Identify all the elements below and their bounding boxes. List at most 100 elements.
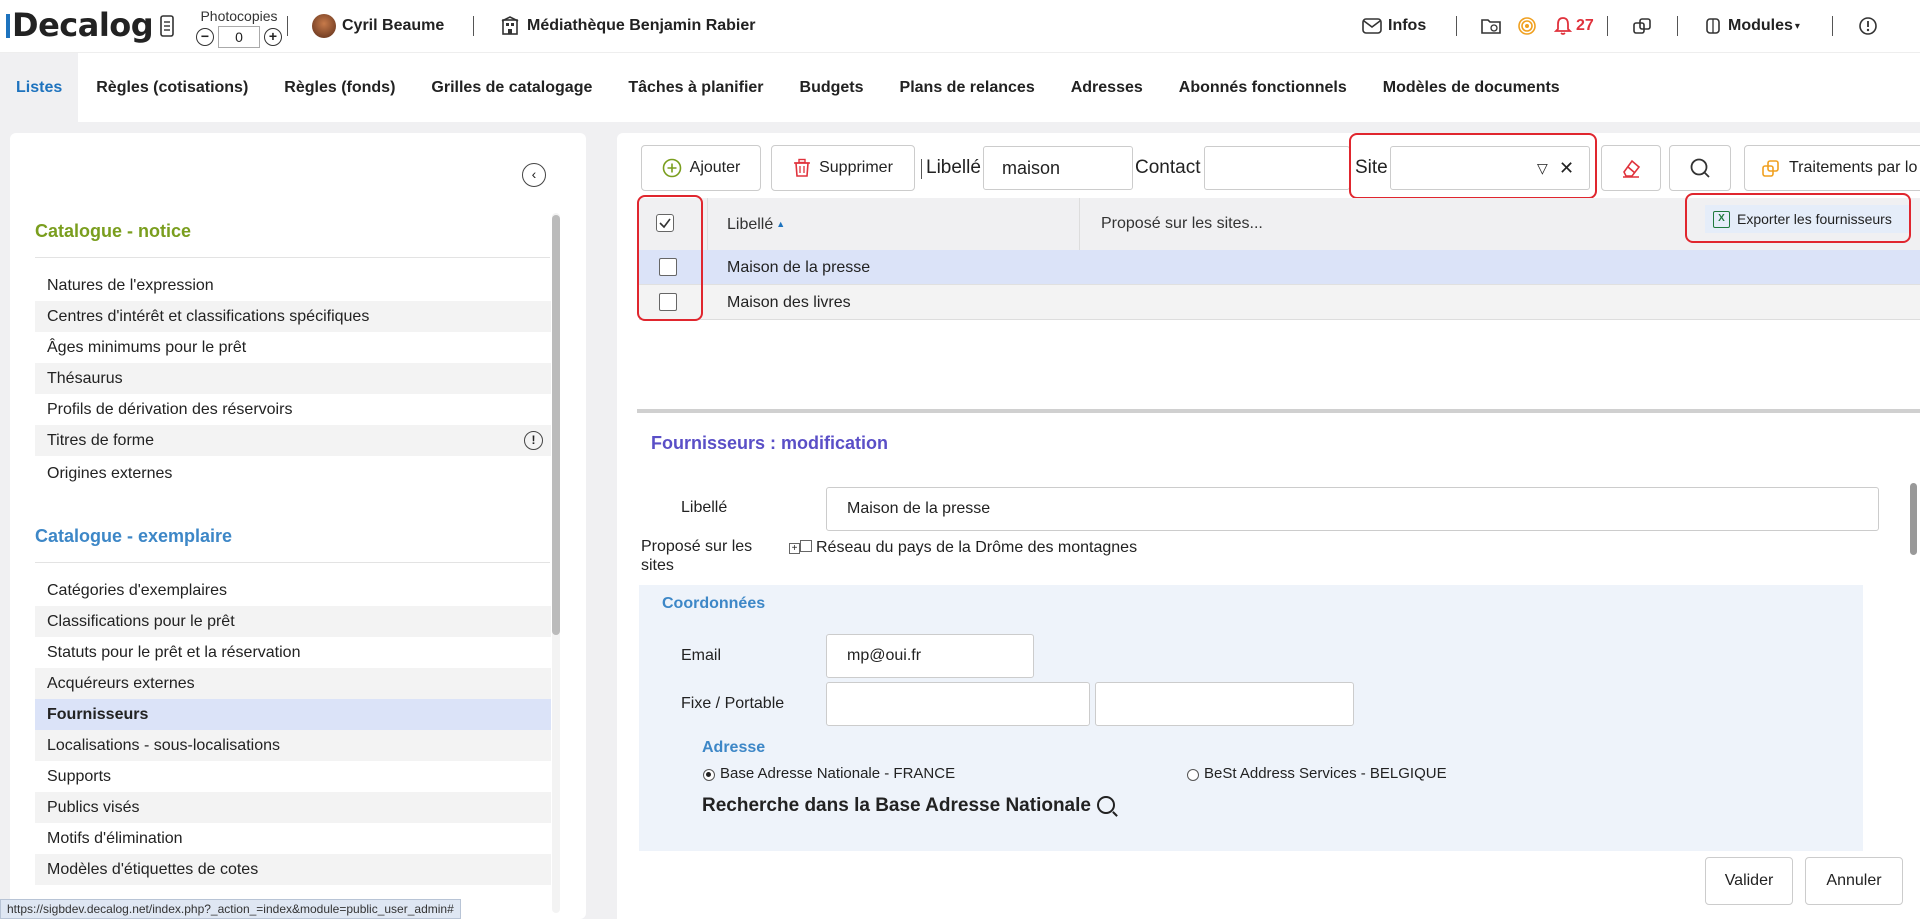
form-libelle-input[interactable]: Maison de la presse	[826, 487, 1879, 531]
highlight-site-filter	[1349, 133, 1597, 199]
email-label: Email	[681, 647, 722, 664]
fixe-input[interactable]	[826, 682, 1090, 726]
form-scroll-thumb[interactable]	[1910, 483, 1917, 555]
windows-icon[interactable]	[1632, 0, 1652, 52]
coordinates-section: Coordonnées Email mp@oui.fr Fixe / Porta…	[639, 585, 1863, 851]
notifications-button[interactable]: 27	[1554, 0, 1594, 52]
sidebar-item[interactable]: Thésaurus	[35, 363, 551, 394]
radio-best-belgique[interactable]	[1187, 769, 1199, 781]
row-libelle: Maison des livres	[727, 294, 851, 311]
sidebar-scroll-thumb[interactable]	[552, 215, 560, 635]
sidebar-item[interactable]: Acquéreurs externes	[35, 668, 551, 699]
delete-label: Supprimer	[819, 159, 893, 176]
bell-icon	[1554, 17, 1572, 35]
validate-button[interactable]: Valider	[1705, 857, 1793, 905]
radio-best-label: BeSt Address Services - BELGIQUE	[1204, 765, 1447, 782]
info-icon[interactable]: !	[524, 431, 543, 450]
modules-menu[interactable]: Modules ▾	[1704, 0, 1800, 52]
sidebar-item[interactable]: Profils de dérivation des réservoirs	[35, 394, 551, 425]
sites-tree: + Réseau du pays de la Drôme des montagne…	[789, 539, 1137, 557]
panel-divider[interactable]	[637, 409, 1920, 413]
building-icon	[501, 16, 519, 35]
tab-plans-relances[interactable]: Plans de relances	[882, 53, 1053, 123]
section-title-catalogue-notice: Catalogue - notice	[35, 221, 192, 241]
photocopies-input[interactable]: 0	[218, 26, 260, 48]
sidebar-item-titres-forme[interactable]: Titres de forme !	[35, 425, 551, 456]
tab-abonnes-fonctionnels[interactable]: Abonnés fonctionnels	[1161, 53, 1365, 123]
email-input[interactable]: mp@oui.fr	[826, 634, 1034, 678]
library-selector[interactable]: Médiathèque Benjamin Rabier	[500, 0, 756, 52]
main-tabs: Listes Règles (cotisations) Règles (fond…	[0, 52, 1920, 123]
sidebar-item[interactable]: Localisations - sous-localisations	[35, 730, 551, 761]
sidebar-item[interactable]: Publics visés	[35, 792, 551, 823]
section-list-catalogue-notice: Natures de l'expression Centres d'intérê…	[35, 270, 551, 492]
tab-grilles-catalogage[interactable]: Grilles de catalogage	[413, 53, 610, 123]
tab-modeles-documents[interactable]: Modèles de documents	[1365, 53, 1578, 123]
decrement-button[interactable]: −	[196, 28, 214, 46]
tab-regles-cotisations[interactable]: Règles (cotisations)	[78, 53, 266, 123]
libelle-filter-input[interactable]: maison	[983, 146, 1133, 190]
sidebar-item[interactable]: Natures de l'expression	[35, 270, 551, 301]
user-name: Cyril Beaume	[342, 17, 445, 34]
suppliers-panel: Ajouter Supprimer Libellé maison Contact…	[617, 133, 1920, 919]
search-icon[interactable]	[1096, 796, 1115, 814]
trash-icon	[794, 158, 811, 177]
row-libelle: Maison de la presse	[727, 259, 871, 276]
section-title-catalogue-exemplaire: Catalogue - exemplaire	[35, 526, 233, 546]
printer-icon[interactable]	[158, 0, 176, 52]
delete-button[interactable]: Supprimer	[771, 145, 915, 191]
increment-button[interactable]: +	[264, 28, 282, 46]
tab-adresses[interactable]: Adresses	[1053, 53, 1161, 123]
coordinates-title: Coordonnées	[662, 595, 766, 612]
highlight-checkbox-column	[637, 195, 703, 321]
tab-taches-planifier[interactable]: Tâches à planifier	[610, 53, 781, 123]
eraser-icon	[1623, 159, 1641, 178]
sidebar-item[interactable]: Statuts pour le prêt et la réservation	[35, 637, 551, 668]
tab-listes[interactable]: Listes	[0, 53, 79, 123]
cube-icon	[1706, 18, 1720, 34]
column-header-sites[interactable]: Proposé sur les sites...	[1101, 198, 1263, 250]
treatments-button[interactable]: Traitements par lo	[1744, 145, 1920, 191]
tab-budgets[interactable]: Budgets	[782, 53, 882, 123]
sidebar-item[interactable]: Classifications pour le prêt	[35, 606, 551, 637]
sidebar-item[interactable]: Modèles d'étiquettes de cotes	[35, 854, 551, 885]
collapse-sidebar-button[interactable]: ‹	[522, 163, 546, 187]
address-search-title: Recherche dans la Base Adresse Nationale	[702, 795, 1115, 817]
search-icon	[1690, 158, 1710, 178]
avatar	[312, 14, 336, 38]
table-row[interactable]: Maison de la presse	[639, 250, 1920, 285]
sidebar-item[interactable]: Supports	[35, 761, 551, 792]
folder-sync-icon[interactable]	[1480, 0, 1502, 52]
cancel-button[interactable]: Annuler	[1805, 857, 1903, 905]
libelle-filter-label: Libellé	[926, 157, 981, 178]
sidebar-item[interactable]: Centres d'intérêt et classifications spé…	[35, 301, 551, 332]
portable-input[interactable]	[1095, 682, 1354, 726]
fingerprint-icon[interactable]	[1517, 0, 1537, 52]
user-menu[interactable]: Cyril Beaume	[312, 0, 444, 52]
radio-ban-france[interactable]	[703, 769, 715, 781]
sidebar-item[interactable]: Catégories d'exemplaires	[35, 575, 551, 606]
tree-checkbox[interactable]	[800, 540, 812, 552]
sidebar-item[interactable]: Motifs d'élimination	[35, 823, 551, 854]
expand-icon[interactable]: +	[789, 543, 800, 554]
add-label: Ajouter	[689, 159, 741, 176]
add-button[interactable]: Ajouter	[641, 145, 761, 191]
notifications-count: 27	[1576, 17, 1594, 34]
clear-filters-button[interactable]	[1601, 145, 1661, 191]
chevron-down-icon: ▾	[1794, 20, 1800, 32]
sidebar-item[interactable]: Origines externes	[35, 456, 551, 492]
contact-filter-label: Contact	[1135, 157, 1201, 178]
sidebar-item[interactable]: Âges minimums pour le prêt	[35, 332, 551, 363]
decalog-logo[interactable]: Decalog	[6, 6, 154, 44]
form-title: Fournisseurs : modification	[651, 433, 889, 453]
sidebar-item-fournisseurs[interactable]: Fournisseurs	[35, 699, 551, 730]
search-button[interactable]	[1669, 145, 1731, 191]
contact-filter-input[interactable]	[1204, 146, 1350, 190]
tab-regles-fonds[interactable]: Règles (fonds)	[266, 53, 413, 123]
column-header-libelle[interactable]: Libellé ▲	[727, 198, 785, 250]
phone-label: Fixe / Portable	[681, 695, 785, 712]
infos-button[interactable]: Infos	[1362, 0, 1426, 52]
radio-ban-label: Base Adresse Nationale - FRANCE	[720, 765, 956, 782]
info-circle-icon[interactable]	[1858, 0, 1878, 52]
table-row[interactable]: Maison des livres	[639, 285, 1920, 320]
